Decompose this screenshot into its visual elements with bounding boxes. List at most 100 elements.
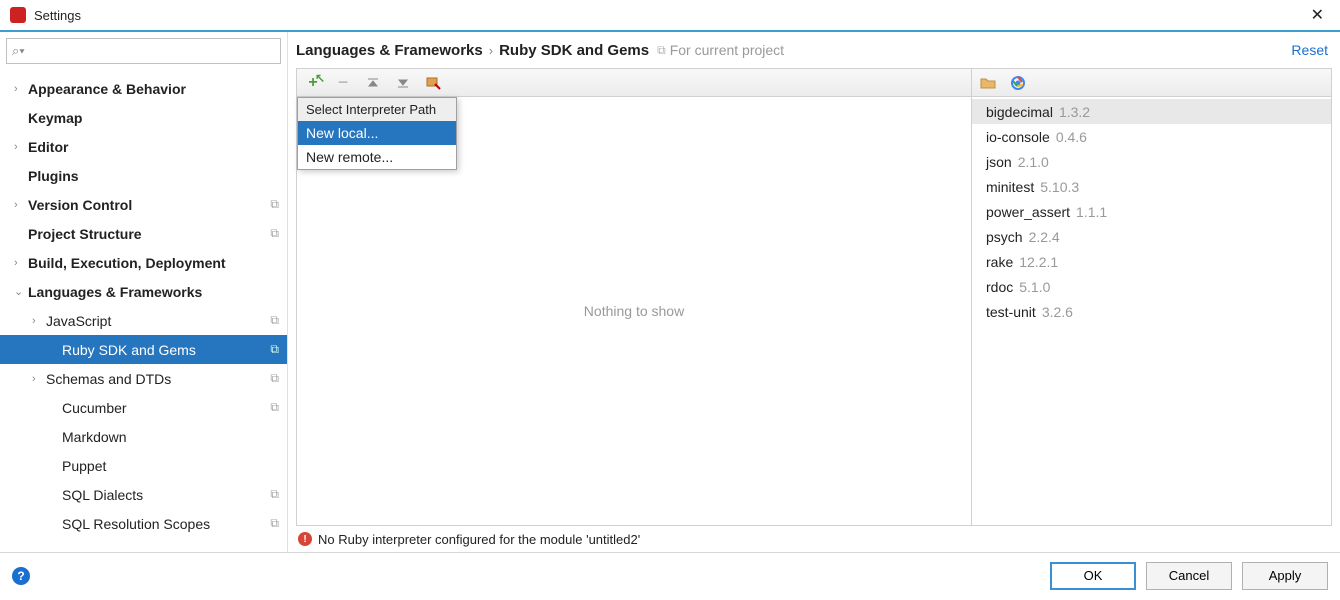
gem-version: 0.4.6: [1056, 129, 1087, 145]
gems-toolbar: [972, 69, 1331, 97]
gem-row-io-console[interactable]: io-console 0.4.6: [972, 124, 1331, 149]
ok-button[interactable]: OK: [1050, 562, 1136, 590]
reset-link[interactable]: Reset: [1291, 42, 1328, 58]
project-scope-icon: ⧉: [270, 313, 279, 328]
expand-arrow-icon[interactable]: [14, 141, 28, 153]
tree-item-sql-dialects[interactable]: SQL Dialects⧉: [0, 480, 287, 509]
title-bar: Settings ✕: [0, 0, 1340, 32]
move-up-button[interactable]: [363, 73, 383, 93]
tree-item-markdown[interactable]: Markdown: [0, 422, 287, 451]
window-title: Settings: [34, 8, 1305, 23]
gem-row-json[interactable]: json2.1.0: [972, 149, 1331, 174]
close-icon[interactable]: ✕: [1305, 5, 1330, 25]
chevron-right-icon: ›: [489, 43, 493, 58]
expand-arrow-icon[interactable]: [14, 199, 28, 211]
tree-item-puppet[interactable]: Puppet: [0, 451, 287, 480]
expand-arrow-icon[interactable]: [14, 285, 28, 298]
tree-item-plugins[interactable]: Plugins: [0, 161, 287, 190]
gem-version: 5.1.0: [1019, 279, 1050, 295]
tree-item-schemas-and-dtds[interactable]: Schemas and DTDs⧉: [0, 364, 287, 393]
project-scope-icon: ⧉: [270, 342, 279, 357]
gem-name: rdoc: [986, 279, 1013, 295]
project-scope-icon: ⧉: [270, 400, 279, 415]
gem-name: psych: [986, 229, 1023, 245]
tree-item-label: Puppet: [62, 458, 279, 474]
settings-search[interactable]: ⌕▾: [6, 38, 281, 64]
gem-name: json: [986, 154, 1012, 170]
project-scope-icon: ⧉: [657, 43, 666, 58]
tree-item-editor[interactable]: Editor: [0, 132, 287, 161]
edit-sdk-button[interactable]: [423, 73, 443, 93]
move-down-button[interactable]: [393, 73, 413, 93]
tree-item-label: Languages & Frameworks: [28, 284, 279, 300]
gem-row-power_assert[interactable]: power_assert1.1.1: [972, 199, 1331, 224]
tree-item-label: Keymap: [28, 110, 279, 126]
apply-button[interactable]: Apply: [1242, 562, 1328, 590]
sdk-list-panel: +↖ − Nothing to show Select Interpreter: [296, 68, 972, 526]
gem-version: 3.2.6: [1042, 304, 1073, 320]
project-scope-label: For current project: [670, 42, 784, 58]
tree-item-sql-resolution-scopes[interactable]: SQL Resolution Scopes⧉: [0, 509, 287, 538]
tree-item-project-structure[interactable]: Project Structure⧉: [0, 219, 287, 248]
search-icon: ⌕▾: [12, 43, 25, 59]
tree-item-label: Ruby SDK and Gems: [62, 342, 270, 358]
gems-list[interactable]: bigdecimal1.3.2io-console0.4.6json2.1.0m…: [972, 97, 1331, 525]
tree-item-label: Editor: [28, 139, 279, 155]
tree-item-cucumber[interactable]: Cucumber⧉: [0, 393, 287, 422]
gem-row-psych[interactable]: psych 2.2.4: [972, 224, 1331, 249]
cancel-button[interactable]: Cancel: [1146, 562, 1232, 590]
search-input[interactable]: [6, 38, 281, 64]
settings-tree[interactable]: Appearance & Behavior Keymap Editor Plugins…: [0, 70, 287, 552]
tree-item-label: Project Structure: [28, 226, 270, 242]
add-sdk-button[interactable]: +↖: [303, 73, 323, 93]
tree-item-keymap[interactable]: Keymap: [0, 103, 287, 132]
project-scope-icon: ⧉: [270, 226, 279, 241]
help-button[interactable]: ?: [12, 567, 30, 585]
error-icon: !: [298, 532, 312, 546]
expand-arrow-icon[interactable]: [14, 257, 28, 269]
dialog-footer: ? OK Cancel Apply: [0, 552, 1340, 598]
gem-row-minitest[interactable]: minitest 5.10.3: [972, 174, 1331, 199]
gem-name: minitest: [986, 179, 1034, 195]
gem-row-rake[interactable]: rake12.2.1: [972, 249, 1331, 274]
tree-item-label: Schemas and DTDs: [46, 371, 270, 387]
expand-arrow-icon[interactable]: [32, 315, 46, 327]
tree-item-languages-frameworks[interactable]: Languages & Frameworks: [0, 277, 287, 306]
tree-item-javascript[interactable]: JavaScript⧉: [0, 306, 287, 335]
breadcrumb-part-2: Ruby SDK and Gems: [499, 42, 649, 59]
remove-sdk-button[interactable]: −: [333, 73, 353, 93]
folder-icon[interactable]: [978, 73, 998, 93]
settings-sidebar: ⌕▾ Appearance & Behavior Keymap Editor Plug…: [0, 32, 288, 552]
expand-arrow-icon[interactable]: [14, 83, 28, 95]
interpreter-path-popup: Select Interpreter Path New local...New …: [297, 97, 457, 170]
gem-row-test-unit[interactable]: test-unit 3.2.6: [972, 299, 1331, 324]
tree-item-label: Plugins: [28, 168, 279, 184]
gem-version: 2.2.4: [1029, 229, 1060, 245]
warning-text: No Ruby interpreter configured for the m…: [318, 532, 640, 547]
gem-version: 1.1.1: [1076, 204, 1107, 220]
breadcrumb-part-1[interactable]: Languages & Frameworks: [296, 42, 483, 59]
gem-version: 12.2.1: [1019, 254, 1058, 270]
tree-item-label: SQL Dialects: [62, 487, 270, 503]
tree-item-version-control[interactable]: Version Control⧉: [0, 190, 287, 219]
cursor-icon: ↖: [315, 71, 325, 85]
gem-name: io-console: [986, 129, 1050, 145]
gem-name: test-unit: [986, 304, 1036, 320]
chrome-icon[interactable]: [1008, 73, 1028, 93]
gem-version: 5.10.3: [1040, 179, 1079, 195]
tree-item-build-execution-deployment[interactable]: Build, Execution, Deployment: [0, 248, 287, 277]
popup-item-new-remote-[interactable]: New remote...: [298, 145, 456, 169]
expand-arrow-icon[interactable]: [32, 373, 46, 385]
gem-row-rdoc[interactable]: rdoc 5.1.0: [972, 274, 1331, 299]
tree-item-label: SQL Resolution Scopes: [62, 516, 270, 532]
popup-item-new-local-[interactable]: New local...: [298, 121, 456, 145]
gems-panel: bigdecimal1.3.2io-console0.4.6json2.1.0m…: [972, 68, 1332, 526]
popup-header: Select Interpreter Path: [298, 98, 456, 121]
tree-item-ruby-sdk-and-gems[interactable]: Ruby SDK and Gems⧉: [0, 335, 287, 364]
gem-name: bigdecimal: [986, 104, 1053, 120]
project-scope-icon: ⧉: [270, 516, 279, 531]
gem-row-bigdecimal[interactable]: bigdecimal1.3.2: [972, 99, 1331, 124]
tree-item-appearance-behavior[interactable]: Appearance & Behavior: [0, 74, 287, 103]
tree-item-label: Cucumber: [62, 400, 270, 416]
project-scope-icon: ⧉: [270, 371, 279, 386]
